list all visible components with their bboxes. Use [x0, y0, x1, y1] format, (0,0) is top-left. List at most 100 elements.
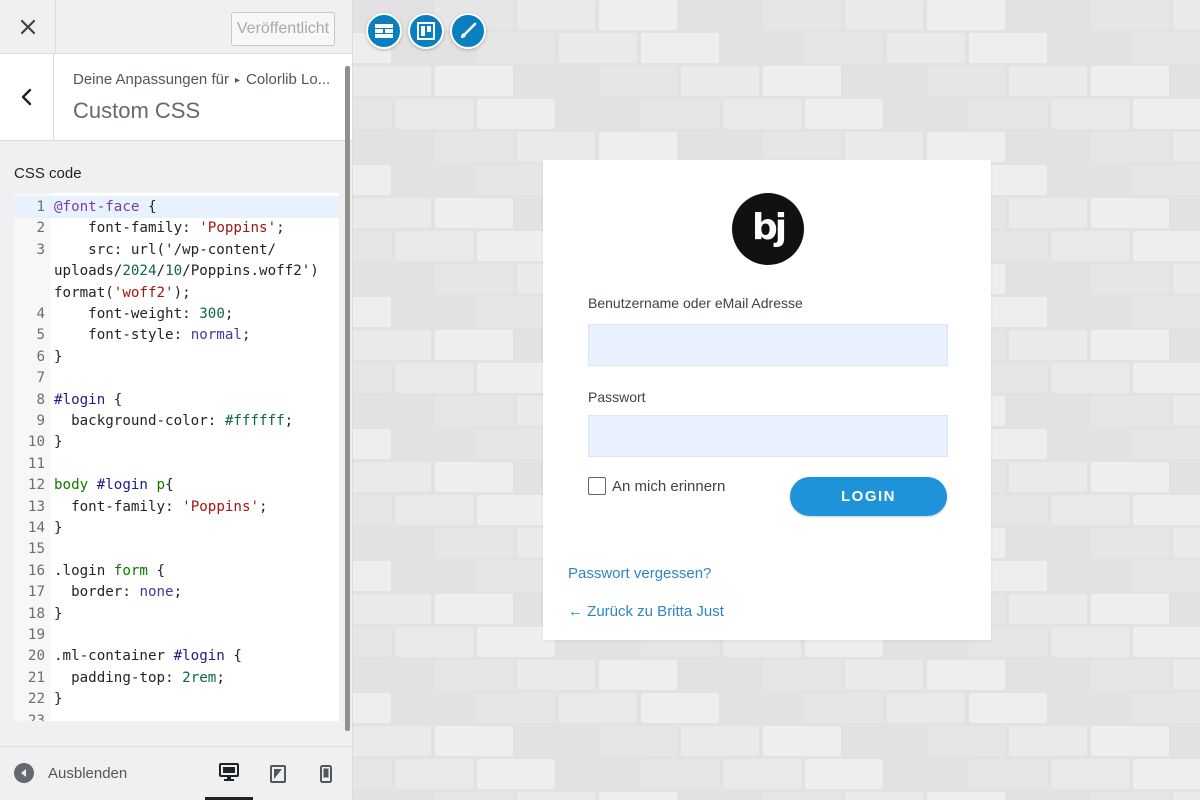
username-input[interactable] [588, 324, 948, 366]
code-line[interactable]: 4 font-weight: 300; [14, 303, 339, 325]
brick [1091, 264, 1169, 294]
brick [887, 759, 965, 789]
code-line[interactable]: 17 border: none; [14, 581, 339, 603]
brick [353, 363, 391, 393]
code-line[interactable]: 10} [14, 431, 339, 453]
code-line[interactable]: 15 [14, 538, 339, 560]
code-line[interactable]: 1 @font-face { [14, 196, 339, 218]
brick [477, 99, 555, 129]
code-line[interactable]: 19 [14, 624, 339, 646]
brick [1091, 660, 1169, 690]
preview-mobile-button[interactable] [302, 747, 350, 800]
lost-password-link[interactable]: Passwort vergessen? [568, 565, 711, 582]
breadcrumb-separator: ▸ [234, 75, 240, 86]
brick [1009, 462, 1087, 492]
brick [353, 264, 431, 294]
desktop-icon [219, 763, 239, 781]
brick [927, 0, 1005, 30]
brick [763, 66, 841, 96]
brush-tool-button[interactable] [450, 13, 486, 49]
brick [1051, 165, 1129, 195]
brick [353, 660, 431, 690]
brick [353, 528, 431, 558]
columns-tool-button[interactable] [408, 13, 444, 49]
brick [435, 726, 513, 756]
code-line[interactable]: 22} [14, 688, 339, 710]
brick [599, 0, 677, 30]
brick [723, 693, 801, 723]
code-line[interactable]: 3 src: url('/wp-content/ [14, 239, 339, 261]
code-text: } [54, 605, 63, 622]
brick [927, 132, 1005, 162]
line-number: 13 [27, 498, 45, 515]
code-line[interactable]: 12 body #login p{ [14, 474, 339, 496]
brick [435, 660, 513, 690]
brick [395, 363, 473, 393]
code-line[interactable]: 16 .login form { [14, 560, 339, 582]
collapse-button[interactable]: Ausblenden [14, 763, 127, 783]
brick [1173, 594, 1200, 624]
code-line[interactable]: 8 #login { [14, 389, 339, 411]
brick [353, 396, 431, 426]
remember-me[interactable]: An mich erinnern [588, 477, 725, 495]
line-number: 6 [36, 348, 45, 365]
preview-desktop-button[interactable] [205, 747, 253, 800]
login-button[interactable]: LOGIN [790, 477, 947, 516]
code-line[interactable]: uploads/2024/10/Poppins.woff2') [14, 260, 339, 282]
sidebar-scrollbar[interactable] [345, 66, 350, 731]
brick [435, 264, 513, 294]
brick [435, 330, 513, 360]
code-line[interactable]: 9 background-color: #ffffff; [14, 410, 339, 432]
back-to-site-link[interactable]: ← Zurück zu Britta Just [568, 603, 724, 620]
brick [395, 759, 473, 789]
line-number: 19 [27, 627, 45, 643]
remember-checkbox[interactable] [588, 477, 606, 495]
code-line[interactable]: 6} [14, 346, 339, 368]
brick [1009, 528, 1087, 558]
collapse-label: Ausblenden [48, 764, 128, 782]
css-code-editor[interactable]: 1 @font-face {2 font-family: 'Poppins'; 3 … [14, 193, 339, 721]
site-logo: bj [732, 193, 804, 265]
brick [927, 660, 1005, 690]
brick [477, 759, 555, 789]
code-line[interactable]: 5 font-style: normal; [14, 324, 339, 346]
brick [845, 792, 923, 800]
code-text: padding-top: 2rem; [71, 669, 225, 686]
close-button[interactable] [0, 0, 56, 54]
brick [353, 132, 431, 162]
code-line[interactable]: 23 [14, 710, 339, 721]
preview-tablet-button[interactable] [254, 747, 302, 800]
brick [763, 660, 841, 690]
brick [1091, 132, 1169, 162]
brick [435, 132, 513, 162]
code-line[interactable]: 11 [14, 453, 339, 475]
brick [435, 594, 513, 624]
brick [763, 726, 841, 756]
code-line[interactable]: 7 [14, 367, 339, 389]
code-line[interactable]: 21 padding-top: 2rem; [14, 667, 339, 689]
code-line[interactable]: 18} [14, 603, 339, 625]
layout-tool-button[interactable] [366, 13, 402, 49]
publish-button[interactable]: Veröffentlicht [231, 12, 335, 46]
brick [805, 759, 883, 789]
brick [353, 231, 391, 261]
brick [1133, 693, 1200, 723]
brick [845, 66, 923, 96]
back-button[interactable] [0, 54, 54, 140]
brick [805, 693, 883, 723]
code-text: font-family: 'Poppins'; [71, 498, 268, 515]
brick [1133, 165, 1200, 195]
code-line[interactable]: 13 font-family: 'Poppins'; [14, 496, 339, 518]
code-line[interactable]: format('woff2'); [14, 282, 339, 304]
code-line[interactable]: 2 font-family: 'Poppins'; [14, 217, 339, 239]
brick [887, 33, 965, 63]
password-input[interactable] [588, 415, 948, 457]
brick [353, 693, 391, 723]
code-line[interactable]: 14} [14, 517, 339, 539]
brick [353, 99, 391, 129]
brick [641, 99, 719, 129]
code-line[interactable]: 20 .ml-container #login { [14, 645, 339, 667]
brick [641, 693, 719, 723]
brick [723, 759, 801, 789]
brick [1009, 726, 1087, 756]
